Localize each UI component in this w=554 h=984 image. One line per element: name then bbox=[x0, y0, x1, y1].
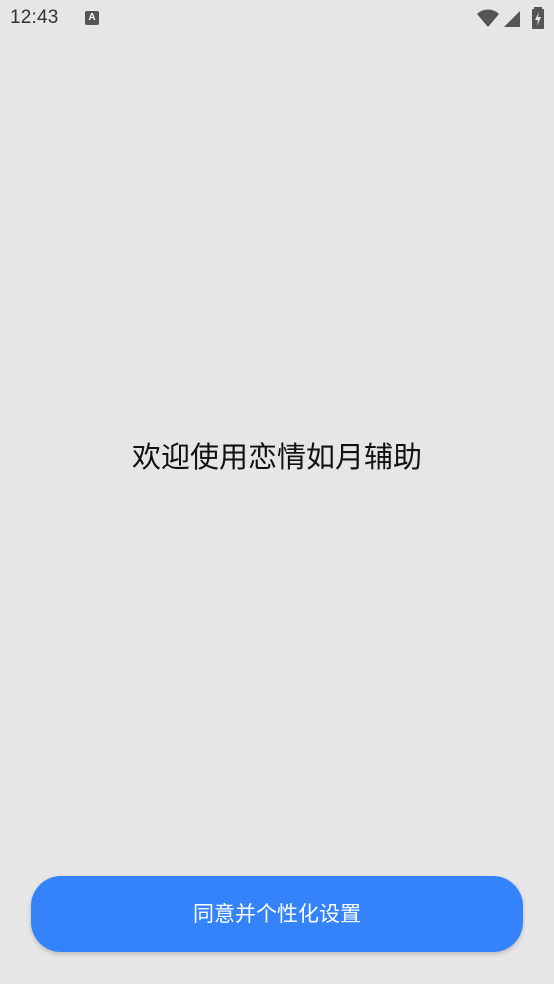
a-notification-icon: A bbox=[85, 11, 99, 25]
agree-personalize-button[interactable]: 同意并个性化设置 bbox=[31, 876, 523, 952]
wifi-icon bbox=[477, 9, 499, 27]
cellular-signal-icon bbox=[504, 11, 520, 27]
status-bar: 12:43 A bbox=[0, 0, 554, 38]
battery-charging-icon bbox=[532, 7, 544, 29]
welcome-text: 欢迎使用恋情如月辅助 bbox=[131, 440, 422, 474]
status-time: 12:43 bbox=[10, 7, 59, 28]
